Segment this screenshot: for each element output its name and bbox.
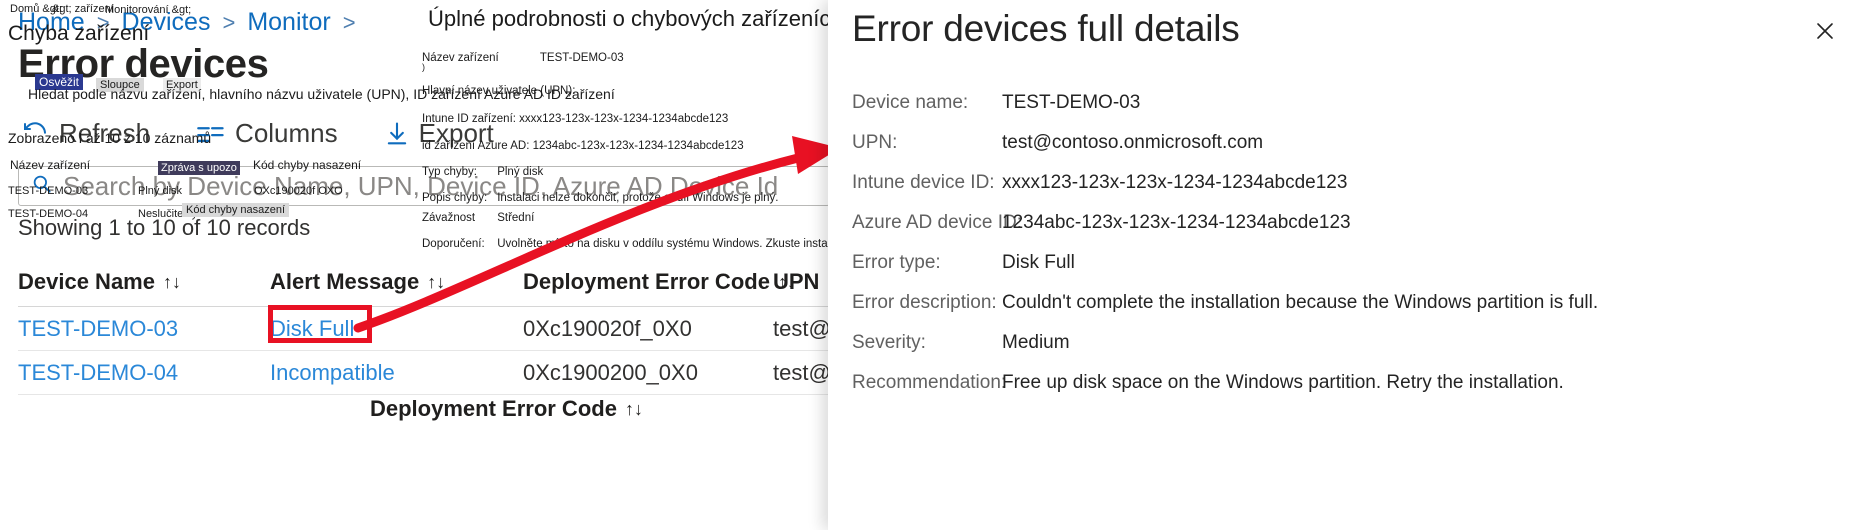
column-header-label: UPN [773, 269, 820, 294]
column-header-label: Alert Message [270, 269, 420, 294]
cz-card-value: TEST-DEMO-03 [539, 52, 624, 64]
detail-value: xxxx123-123x-123x-1234-1234abcde123 [1002, 172, 1348, 193]
detail-value: 1234abc-123x-123x-1234-1234abcde123 [1002, 212, 1351, 233]
cz-card-value: Instalaci nelze dokončit, protože oddíl … [497, 192, 779, 204]
download-icon [384, 120, 410, 148]
columns-button[interactable]: Columns [196, 118, 338, 149]
cz-card-row-severity: Závažnost Střední [422, 212, 534, 224]
cell-alert-message[interactable]: Incompatible [270, 360, 523, 386]
footer-column-text: Deployment Error Code [370, 396, 617, 421]
sort-icon[interactable]: ↑↓ [427, 272, 445, 293]
detail-label: Recommendation: [852, 372, 1007, 393]
breadcrumb-item-monitor[interactable]: Monitor [247, 8, 330, 37]
cz-card-row-error-description: Popis chyby: Instalaci nelze dokončit, p… [422, 192, 778, 204]
cz-card-label: Závažnost [422, 212, 476, 224]
detail-label: UPN: [852, 132, 898, 153]
cz-card-label: id zařízení Azure AD: 1234abc-123x-123x-… [422, 140, 744, 152]
detail-value: Medium [1002, 332, 1070, 353]
detail-row-device-name: Device name: TEST-DEMO-03 [852, 92, 1852, 132]
detail-row-recommendation: Recommendation: Free up disk space on th… [852, 372, 1852, 412]
cz-row0-device: TEST-DEMO-03 [8, 185, 89, 197]
detail-value: Disk Full [1002, 252, 1075, 273]
flyout-header: Error devices full details [852, 8, 1868, 50]
close-icon[interactable] [1808, 14, 1842, 48]
sort-icon[interactable]: ↑↓ [625, 399, 643, 420]
detail-row-upn: UPN: test@contoso.onmicrosoft.com [852, 132, 1852, 172]
cz-card-row-error-type: Typ chyby: Plný disk [422, 166, 543, 178]
cz-header-error-code: Kód chyby nasazení [253, 158, 362, 172]
cz-card-row-upn: Hlavní název uživatele (UPN): [422, 85, 575, 97]
cz-row0-code: OXc190020f OXO [254, 185, 343, 197]
detail-value: test@contoso.onmicrosoft.com [1002, 132, 1264, 153]
annotation-highlight-box [268, 305, 372, 343]
cell-error-code: 0Xc1900200_0X0 [523, 359, 698, 385]
detail-label: Device name: [852, 92, 969, 113]
cz-header-alert-message: Zpráva s upozo [158, 158, 240, 176]
detail-row-error-type: Error type: Disk Full [852, 252, 1852, 292]
cell-device-name[interactable]: TEST-DEMO-03 [18, 316, 270, 342]
cz-card-label: Název zařízení [422, 52, 499, 64]
cz-card-value: Střední [497, 212, 535, 224]
detail-value: Couldn't complete the installation becau… [1002, 292, 1599, 313]
cz-card-title: Úplné podrobnosti o chybových zařízeních [428, 6, 843, 31]
flyout-detail-list: Device name: TEST-DEMO-03 UPN: test@cont… [852, 92, 1852, 412]
cz-footer-chip-label: Kód chyby nasazení [182, 203, 290, 217]
cz-card-label: Intune ID zařízení: xxxx123-123x-123x-12… [422, 113, 729, 125]
cell-error-code: 0Xc190020f_0X0 [523, 315, 692, 341]
detail-label: Severity: [852, 332, 926, 353]
detail-label: Intune device ID: [852, 172, 995, 193]
cell-device-name[interactable]: TEST-DEMO-04 [18, 360, 270, 386]
detail-row-severity: Severity: Medium [852, 332, 1852, 372]
columns-label: Columns [235, 118, 338, 148]
detail-label: Azure AD device ID: [852, 212, 1023, 233]
cz-footer-chip: Kód chyby nasazení [182, 200, 290, 218]
breadcrumb-separator-icon: > [342, 9, 356, 35]
column-header-label: Device Name [18, 269, 155, 294]
flyout-title: Error devices full details [852, 8, 1240, 49]
column-header-device-name[interactable]: Device Name ↑↓ [18, 269, 270, 295]
detail-row-intune-device-id: Intune device ID: xxxx123-123x-123x-1234… [852, 172, 1852, 212]
cz-card-label: Doporučení: [422, 238, 485, 250]
cz-header-alert-message-label: Zpráva s upozo [158, 161, 240, 175]
cz-card-label: Popis chyby: [422, 192, 488, 204]
column-header-deployment-error-code[interactable]: Deployment Error Code ↑↓ [523, 269, 796, 295]
cz-card-row-aad-id: id zařízení Azure AD: 1234abc-123x-123x-… [422, 140, 744, 152]
cz-card-row-intune-id: Intune ID zařízení: xxxx123-123x-123x-12… [422, 113, 728, 125]
cz-subtitle: Chyba zařízení [8, 22, 150, 45]
detail-value: TEST-DEMO-03 [1002, 92, 1141, 113]
error-details-flyout: Error devices full details Device name: … [828, 0, 1868, 530]
detail-row-error-description: Error description: Couldn't complete the… [852, 292, 1852, 332]
column-header-alert-message[interactable]: Alert Message ↑↓ [270, 269, 523, 295]
screenshot-root: Home > Devices > Monitor > Error devices… [0, 0, 1868, 530]
detail-row-azure-ad-device-id: Azure AD device ID: 1234abc-123x-123x-12… [852, 212, 1852, 252]
detail-value: Free up disk space on the Windows partit… [1002, 372, 1564, 393]
breadcrumb-separator-icon: > [222, 9, 236, 35]
cz-records-line: Zobrazeno l až 10 z 10 záznamů [8, 130, 212, 146]
column-header-label: Deployment Error Code [523, 269, 770, 294]
cz-header-device-name: Název zařízení [10, 158, 91, 172]
cz-card-value: Plný disk [497, 166, 544, 178]
cz-card-row-device-name: Název zařízení TEST-DEMO-03 [422, 52, 624, 64]
detail-label: Error type: [852, 252, 941, 273]
cz-row0-alert: Plný disk [138, 185, 183, 197]
cz-row1-device: TEST-DEMO-04 [8, 208, 89, 220]
cz-card-label: Typ chyby: [422, 166, 477, 178]
cz-breadcrumb-monitor: Monitorování &gt; [105, 4, 192, 16]
sort-icon[interactable]: ↑↓ [163, 272, 181, 293]
table-footer-column-label[interactable]: Deployment Error Code ↑↓ [370, 396, 643, 422]
cz-card-row-device-name-paren: ) [422, 62, 425, 72]
detail-label: Error description: [852, 292, 997, 313]
cz-card-label: Hlavní název uživatele (UPN): [422, 85, 576, 97]
